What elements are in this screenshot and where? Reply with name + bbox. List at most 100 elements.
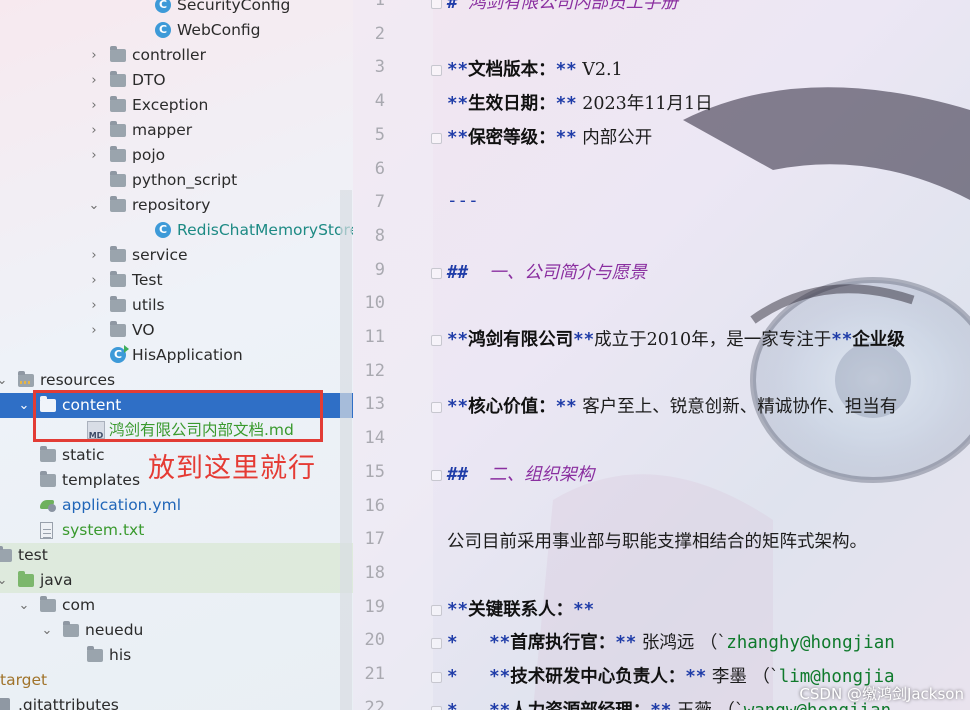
code-line[interactable]: 公司目前采用事业部与职能支撑相结合的矩阵式架构。 [447,528,867,553]
fold-marker-icon[interactable] [431,638,442,650]
tree-item[interactable]: .gitattributes [0,693,353,710]
tree-item[interactable]: system.txt [0,518,353,543]
fold-marker-icon[interactable] [431,672,442,683]
tree-item-label: java [40,571,73,589]
chevron-right-icon[interactable]: › [88,68,100,93]
tree-item[interactable]: › service [0,243,353,268]
folder-icon [110,246,126,262]
code-line[interactable]: **保密等级：** 内部公开 [447,124,652,149]
line-number: 13 [364,394,385,415]
tree-item[interactable]: C SecurityConfig [0,0,353,18]
tree-item[interactable]: › mapper [0,118,353,143]
tree-item[interactable]: C WebConfig [0,18,353,43]
fold-marker-icon[interactable] [431,267,442,279]
chevron-right-icon[interactable]: › [88,318,100,343]
code-token: ** [650,701,671,710]
fold-marker-icon[interactable] [431,65,442,77]
line-number: 21 [364,664,385,684]
chevron-right-icon[interactable]: › [88,93,100,118]
folder-icon [110,46,126,62]
tree-item[interactable]: ⌄ java [0,568,353,593]
tree-item[interactable]: ⌄ com [0,593,353,618]
chevron-down-icon[interactable]: ⌄ [88,193,100,218]
annotation-highlight-box [33,390,323,442]
line-number: 14 [364,428,385,449]
folder-icon [40,471,56,487]
chevron-down-icon[interactable]: ⌄ [18,393,30,418]
source-folder-icon [18,571,34,587]
code-line[interactable]: **关键联系人：** [447,596,594,621]
code-line[interactable]: * **首席执行官：** 张鸿远 （`zhanghy@hongjian [447,629,895,654]
tree-item[interactable]: C HisApplication [0,343,353,368]
fold-marker-icon[interactable] [431,402,442,414]
code-token: 鸿剑有限公司内部员工手册 [468,0,679,13]
tree-item[interactable]: › VO [0,318,353,343]
tree-item[interactable]: target [0,668,353,693]
code-token: 内部公开 [576,127,653,148]
tree-item[interactable]: C RedisChatMemoryStore [0,218,353,243]
fold-marker-icon[interactable] [431,0,442,9]
tree-item[interactable]: › Test [0,268,353,293]
code-line[interactable]: **核心价值：** 客户至上、锐意创新、精诚协作、担当有 [447,393,897,418]
markdown-editor[interactable]: 1 2 3 4 5 6 7 8 9 10 11 12 13 14 15 16 17 18 19 20 21 22 # 鸿剑… [353,0,970,710]
tree-item[interactable]: python_script [0,168,353,193]
code-token: ** [573,599,595,620]
tree-item[interactable]: his [0,643,353,668]
tree-item[interactable]: › Exception [0,93,353,118]
folder-icon [110,121,126,137]
line-number-gutter: 1 2 3 4 5 6 7 8 9 10 11 12 13 14 15 16 17 18 19 20 21 22 [353,0,433,710]
code-line[interactable]: **文档版本：** V2.1 [447,56,623,81]
chevron-right-icon[interactable]: › [88,243,100,268]
resources-folder-icon [18,371,34,387]
chevron-right-icon[interactable]: › [88,43,100,68]
folder-icon [0,546,12,562]
chevron-down-icon[interactable]: ⌄ [18,593,30,618]
fold-marker-icon[interactable] [431,132,442,144]
tree-item[interactable]: › pojo [0,143,353,168]
code-line[interactable]: ## 二、组织架构 [447,461,594,486]
fold-marker-icon[interactable] [431,335,442,346]
code-token: 2023年11月1日 [576,94,713,115]
tree-item[interactable]: › utils [0,293,353,318]
code-token: 核心价值： [468,397,556,418]
chevron-right-icon[interactable]: › [88,268,100,293]
line-number: 10 [364,293,385,314]
folder-icon [110,321,126,337]
code-line[interactable]: **生效日期：** 2023年11月1日 [447,90,713,115]
tree-item[interactable]: › DTO [0,68,353,93]
tree-item[interactable]: ⌄test [0,543,353,568]
chevron-down-icon[interactable]: ⌄ [0,568,8,593]
folder-icon [87,646,103,662]
chevron-right-icon[interactable]: › [88,293,100,318]
line-number: 9 [374,259,385,280]
code-token: 人力资源部经理： [510,701,650,710]
tree-item[interactable]: ⌄ neuedu [0,618,353,643]
chevron-down-icon[interactable]: ⌄ [0,368,8,393]
application-class-icon: C [110,345,129,363]
fold-marker-icon[interactable] [431,469,442,481]
code-token: ** [447,330,469,350]
code-line[interactable]: --- [447,191,479,211]
tree-item[interactable]: › controller [0,43,353,68]
code-token: 李墨 （` [706,667,779,687]
class-icon: C [155,0,171,13]
code-token: ** [685,667,707,687]
folder-icon [40,596,56,612]
tree-item[interactable]: ⌄ repository [0,193,353,218]
code-token: ** [447,127,469,148]
tree-item-label: HisApplication [132,346,243,364]
chevron-right-icon[interactable]: › [88,118,100,143]
code-line[interactable]: ## 一、公司简介与愿景 [447,259,647,284]
chevron-down-icon[interactable]: ⌄ [41,618,53,643]
line-number: 18 [364,562,385,583]
line-number: 22 [364,697,385,710]
fold-marker-icon[interactable] [431,705,442,710]
code-line[interactable]: **鸿剑有限公司**成立于2010年，是一家专注于**企业级 [447,326,905,351]
chevron-right-icon[interactable]: › [88,143,100,168]
fold-marker-icon[interactable] [431,604,442,616]
line-number: 1 [374,0,385,10]
code-line[interactable]: # 鸿剑有限公司内部员工手册 [447,0,678,14]
code-token: 客户至上、锐意创新、精诚协作、担当有 [576,397,898,418]
line-number: 6 [374,158,385,179]
tree-item[interactable]: application.yml [0,493,353,518]
